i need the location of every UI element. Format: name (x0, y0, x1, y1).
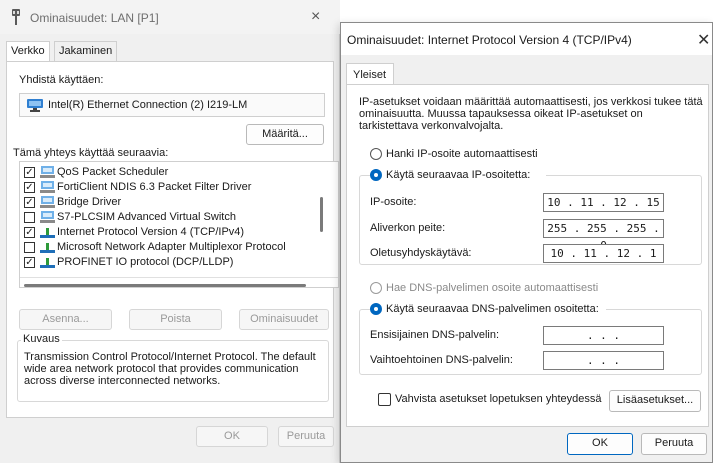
ip-auto-label: Hanki IP-osoite automaattisesti (386, 148, 538, 160)
yleiset-tab-pane: IP-asetukset voidaan määrittää automaatt… (346, 84, 709, 427)
description-text: Transmission Control Protocol/Internet P… (24, 351, 316, 387)
configure-button[interactable]: Määritä... (246, 124, 324, 145)
item-checkbox[interactable]: ✓ (24, 257, 35, 268)
lan-dialog-titlebar: Ominaisuudet: LAN [P1] × (0, 0, 340, 34)
horizontal-scrollbar[interactable] (24, 284, 306, 287)
primary-dns-label: Ensisijainen DNS-palvelin: (370, 329, 500, 341)
protocol-icon (40, 228, 55, 238)
subnet-mask-label: Aliverkon peite: (370, 222, 446, 234)
tab-verkko[interactable]: Verkko (6, 41, 50, 62)
item-checkbox[interactable] (24, 212, 35, 223)
ipv4-dialog-title: Ominaisuudet: Internet Protocol Version … (347, 33, 632, 47)
alternate-dns-field[interactable]: . . . (543, 351, 664, 370)
dns-auto-label: Hae DNS-palvelimen osoite automaattisest… (386, 282, 599, 294)
verkko-tab-pane: Yhdistä käyttäen: Intel(R) Ethernet Conn… (6, 61, 339, 418)
list-divider (20, 277, 338, 278)
ip-settings-description: IP-asetukset voidaan määrittää automaatt… (359, 96, 703, 132)
ip-manual-radio[interactable]: Käytä seuraavaa IP-osoitetta: (370, 169, 546, 183)
network-service-icon (40, 211, 55, 223)
dns-manual-label: Käytä seuraavaa DNS-palvelimen osoitetta… (386, 303, 599, 315)
radio-on-icon (370, 169, 382, 181)
item-checkbox[interactable] (24, 242, 35, 253)
radio-on-icon (370, 303, 382, 315)
item-checkbox[interactable]: ✓ (24, 197, 35, 208)
item-checkbox[interactable]: ✓ (24, 167, 35, 178)
radio-off-icon (370, 282, 382, 294)
protocol-icon (40, 243, 55, 253)
advanced-button[interactable]: Lisäasetukset... (609, 390, 701, 412)
network-adapter-icon (27, 99, 43, 112)
description-title: Kuvaus (21, 333, 62, 345)
item-name: FortiClient NDIS 6.3 Packet Filter Drive… (57, 181, 252, 193)
tab-yleiset[interactable]: Yleiset (346, 63, 394, 85)
tab-jakaminen[interactable]: Jakaminen (54, 41, 118, 61)
item-name: PROFINET IO protocol (DCP/LLDP) (57, 256, 234, 268)
item-name: Internet Protocol Version 4 (TCP/IPv4) (57, 226, 245, 238)
ok-button[interactable]: OK (567, 433, 633, 455)
ipv4-properties-dialog: Ominaisuudet: Internet Protocol Version … (340, 22, 713, 463)
cancel-button[interactable]: Peruuta (641, 433, 707, 455)
validate-checkbox[interactable] (378, 393, 391, 406)
primary-dns-field[interactable]: . . . (543, 326, 664, 345)
dns-manual-radio[interactable]: Käytä seuraavaa DNS-palvelimen osoitetta… (370, 303, 606, 317)
item-name: Bridge Driver (57, 196, 122, 208)
vertical-scrollbar[interactable] (320, 197, 323, 232)
item-checkbox[interactable]: ✓ (24, 227, 35, 238)
ip-address-label: IP-osoite: (370, 196, 417, 208)
subnet-mask-field[interactable]: 255 . 255 . 255 . 0 (543, 219, 664, 252)
network-service-icon (40, 181, 55, 193)
components-list[interactable]: ✓ QoS Packet Scheduler ✓ FortiClient NDI… (19, 161, 339, 288)
cancel-button[interactable]: Peruuta (278, 426, 334, 447)
adapter-name: Intel(R) Ethernet Connection (2) I219-LM (48, 99, 248, 111)
lan-properties-dialog: Ominaisuudet: LAN [P1] × Verkko Jakamine… (0, 0, 340, 463)
ipv4-dialog-titlebar: Ominaisuudet: Internet Protocol Version … (341, 23, 712, 55)
validate-label: Vahvista asetukset lopetuksen yhteydessä (395, 393, 602, 405)
network-service-icon (40, 196, 55, 208)
connect-using-label: Yhdistä käyttäen: (19, 74, 104, 86)
gateway-field[interactable]: 10 . 11 . 12 . 1 (543, 244, 664, 263)
remove-button[interactable]: Poista (129, 309, 222, 330)
radio-off-icon (370, 148, 382, 160)
gateway-label: Oletusyhdyskäytävä: (370, 247, 472, 259)
adapter-field: Intel(R) Ethernet Connection (2) I219-LM (19, 93, 325, 117)
lan-dialog-title: Ominaisuudet: LAN [P1] (30, 11, 159, 25)
close-icon[interactable]: ✕ (697, 30, 710, 50)
install-button[interactable]: Asenna... (19, 309, 112, 330)
item-name: Microsoft Network Adapter Multiplexor Pr… (57, 241, 286, 253)
ip-address-field[interactable]: 10 . 11 . 12 . 15 (543, 193, 664, 212)
ip-manual-label: Käytä seuraavaa IP-osoitetta: (386, 169, 531, 181)
alternate-dns-label: Vaihtoehtoinen DNS-palvelin: (370, 354, 513, 366)
items-label: Tämä yhteys käyttää seuraavia: (13, 147, 169, 159)
item-name: QoS Packet Scheduler (57, 166, 169, 178)
network-service-icon (40, 166, 55, 178)
item-checkbox[interactable]: ✓ (24, 182, 35, 193)
item-name: S7-PLCSIM Advanced Virtual Switch (57, 211, 236, 223)
close-icon[interactable]: × (311, 8, 320, 26)
protocol-icon (40, 258, 55, 268)
ok-button[interactable]: OK (196, 426, 268, 447)
properties-button[interactable]: Ominaisuudet (239, 309, 329, 330)
network-plug-icon (12, 9, 20, 25)
